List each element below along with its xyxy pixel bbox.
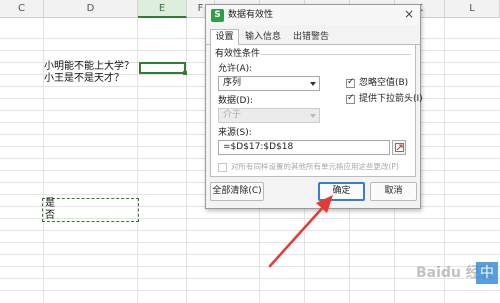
watermark-badge-icon: 中 — [476, 262, 498, 284]
annotation-arrow — [268, 195, 333, 268]
